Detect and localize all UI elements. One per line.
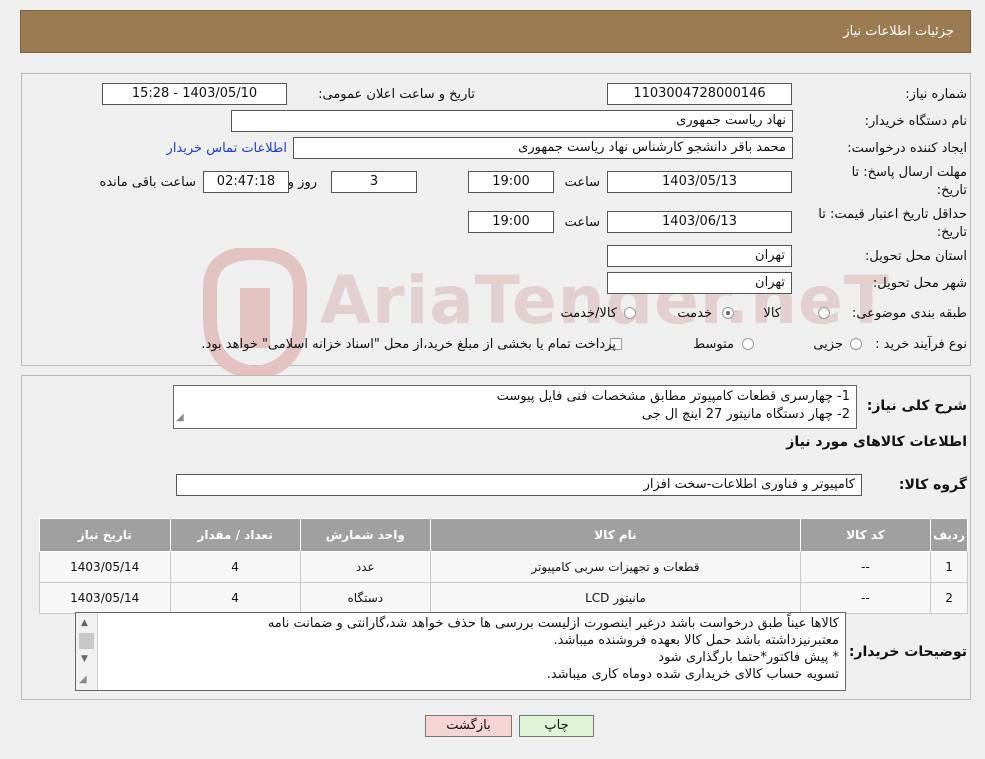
page-header: جزئیات اطلاعات نیاز bbox=[20, 10, 971, 53]
table-row: 1 -- قطعات و تجهیزات سربی کامپیوتر عدد 4… bbox=[39, 551, 968, 583]
buyer-contact-link[interactable]: اطلاعات تماس خریدار bbox=[167, 141, 287, 156]
process-radio-minor[interactable] bbox=[850, 338, 862, 350]
buyer-notes-textarea[interactable]: کالاها عیناً طبق درخواست باشد درغیر اینص… bbox=[75, 612, 846, 691]
deadline-date-field: 1403/05/13 bbox=[607, 171, 792, 193]
buyer-notes-line-1: کالاها عیناً طبق درخواست باشد درغیر اینص… bbox=[267, 616, 839, 631]
col-date: تاریخ نیاز bbox=[39, 518, 171, 552]
description-label: شرح کلی نیاز: bbox=[866, 398, 967, 414]
province-label: استان محل تحویل: bbox=[865, 249, 967, 264]
validity-label: حداقل تاریخ اعتبار قیمت: تا bbox=[818, 207, 967, 222]
col-code: کد کالا bbox=[799, 518, 932, 552]
creator-label: ایجاد کننده درخواست: bbox=[847, 141, 967, 156]
table-row: 2 -- مانیتور LCD دستگاه 4 1403/05/14 bbox=[39, 582, 968, 614]
description-textarea[interactable]: 1- چهارسری قطعات کامپیوتر مطابق مشخصات ف… bbox=[173, 385, 857, 429]
col-row: ردیف bbox=[930, 518, 968, 552]
print-button[interactable]: چاپ bbox=[519, 715, 594, 737]
cell-code: -- bbox=[799, 551, 932, 583]
province-field: تهران bbox=[607, 245, 792, 267]
city-field: تهران bbox=[607, 272, 792, 294]
goods-table: ردیف کد کالا نام کالا واحد شمارش تعداد /… bbox=[39, 518, 968, 614]
creator-field: محمد باقر دانشجو کارشناس نهاد ریاست جمهو… bbox=[293, 137, 793, 159]
buyer-notes-line-3: * پیش فاکتور*حتما بارگذاری شود bbox=[658, 650, 839, 665]
category-option-goods: کالا bbox=[763, 306, 781, 321]
announce-field: 1403/05/10 - 15:28 bbox=[102, 83, 287, 105]
cell-code: -- bbox=[799, 582, 932, 614]
goods-group-label: گروه کالا: bbox=[898, 477, 967, 493]
cell-date: 1403/05/14 bbox=[39, 551, 171, 583]
category-option-goods-service: کالا/خدمت bbox=[560, 306, 617, 321]
days-label: روز و bbox=[287, 175, 317, 190]
scroll-thumb[interactable] bbox=[79, 633, 94, 649]
validity-label-date: تاریخ: bbox=[936, 225, 967, 240]
resize-handle-icon[interactable]: ◢ bbox=[176, 409, 184, 427]
process-note: پرداخت تمام یا بخشی از مبلغ خرید،از محل … bbox=[201, 337, 616, 352]
col-name: نام کالا bbox=[429, 518, 802, 552]
cell-qty: 4 bbox=[169, 551, 301, 583]
process-option-medium: متوسط bbox=[693, 337, 734, 352]
buyer-org-field: نهاد ریاست جمهوری bbox=[231, 110, 793, 132]
process-option-minor: جزیی bbox=[813, 337, 843, 352]
col-unit: واحد شمارش bbox=[299, 518, 431, 552]
buyer-notes-line-4: تسویه حساب کالای خریداری شده دوماه کاری … bbox=[546, 667, 839, 682]
scroll-down-icon[interactable]: ▼ bbox=[81, 651, 88, 668]
deadline-label: مهلت ارسال پاسخ: تا bbox=[851, 165, 967, 180]
days-field: 3 bbox=[331, 171, 417, 193]
cell-unit: دستگاه bbox=[299, 582, 431, 614]
process-radio-medium[interactable] bbox=[742, 338, 754, 350]
deadline-time-field: 19:00 bbox=[468, 171, 554, 193]
goods-group-field: کامپیوتر و فناوری اطلاعات-سخت افزار bbox=[176, 474, 862, 496]
back-button[interactable]: بازگشت bbox=[425, 715, 512, 737]
buyer-notes-line-2: معتبرنیزداشته باشد حمل کالا بعهده فروشند… bbox=[553, 633, 839, 648]
cell-qty: 4 bbox=[169, 582, 301, 614]
category-radio-goods-service[interactable] bbox=[624, 307, 636, 319]
process-label: نوع فرآیند خرید : bbox=[875, 337, 967, 352]
resize-handle-icon[interactable]: ◢ bbox=[79, 671, 87, 688]
goods-section-title: اطلاعات کالاهای مورد نیاز bbox=[786, 434, 967, 450]
description-line-2: 2- چهار دستگاه مانیتور 27 اینچ ال جی bbox=[641, 407, 850, 422]
cell-date: 1403/05/14 bbox=[39, 582, 171, 614]
col-qty: تعداد / مقدار bbox=[169, 518, 301, 552]
watermark-text: AriaTender.neT bbox=[320, 262, 890, 339]
deadline-time-label: ساعت bbox=[564, 175, 600, 190]
remaining-label: ساعت باقی مانده bbox=[99, 175, 196, 190]
announce-label: تاریخ و ساعت اعلان عمومی: bbox=[318, 87, 475, 102]
cell-row: 1 bbox=[930, 551, 968, 583]
scroll-up-icon[interactable]: ▲ bbox=[81, 615, 88, 632]
city-label: شهر محل تحویل: bbox=[872, 276, 967, 291]
buyer-notes-label: توضیحات خریدار: bbox=[848, 644, 967, 660]
buyer-notes-scrollbar[interactable]: ▲ ▼ ◢ bbox=[76, 613, 98, 690]
cell-name: مانیتور LCD bbox=[429, 582, 802, 614]
buyer-org-label: نام دستگاه خریدار: bbox=[864, 114, 967, 129]
validity-date-field: 1403/06/13 bbox=[607, 211, 792, 233]
category-radio-service[interactable] bbox=[722, 307, 734, 319]
validity-time-label: ساعت bbox=[564, 215, 600, 230]
category-label: طبقه بندی موضوعی: bbox=[851, 306, 967, 321]
cell-name: قطعات و تجهیزات سربی کامپیوتر bbox=[429, 551, 802, 583]
watermark-logo bbox=[195, 245, 315, 381]
table-header-row: ردیف کد کالا نام کالا واحد شمارش تعداد /… bbox=[39, 518, 968, 552]
validity-time-field: 19:00 bbox=[468, 211, 554, 233]
remaining-time-field: 02:47:18 bbox=[203, 171, 289, 193]
cell-unit: عدد bbox=[299, 551, 431, 583]
page-title: جزئیات اطلاعات نیاز bbox=[843, 24, 954, 39]
description-line-1: 1- چهارسری قطعات کامپیوتر مطابق مشخصات ف… bbox=[496, 389, 850, 404]
deadline-label-date: تاریخ: bbox=[936, 183, 967, 198]
need-number-field: 1103004728000146 bbox=[607, 83, 792, 105]
category-option-service: خدمت bbox=[677, 306, 712, 321]
need-number-label: شماره نیاز: bbox=[905, 87, 967, 102]
category-radio-goods[interactable] bbox=[818, 307, 830, 319]
cell-row: 2 bbox=[930, 582, 968, 614]
